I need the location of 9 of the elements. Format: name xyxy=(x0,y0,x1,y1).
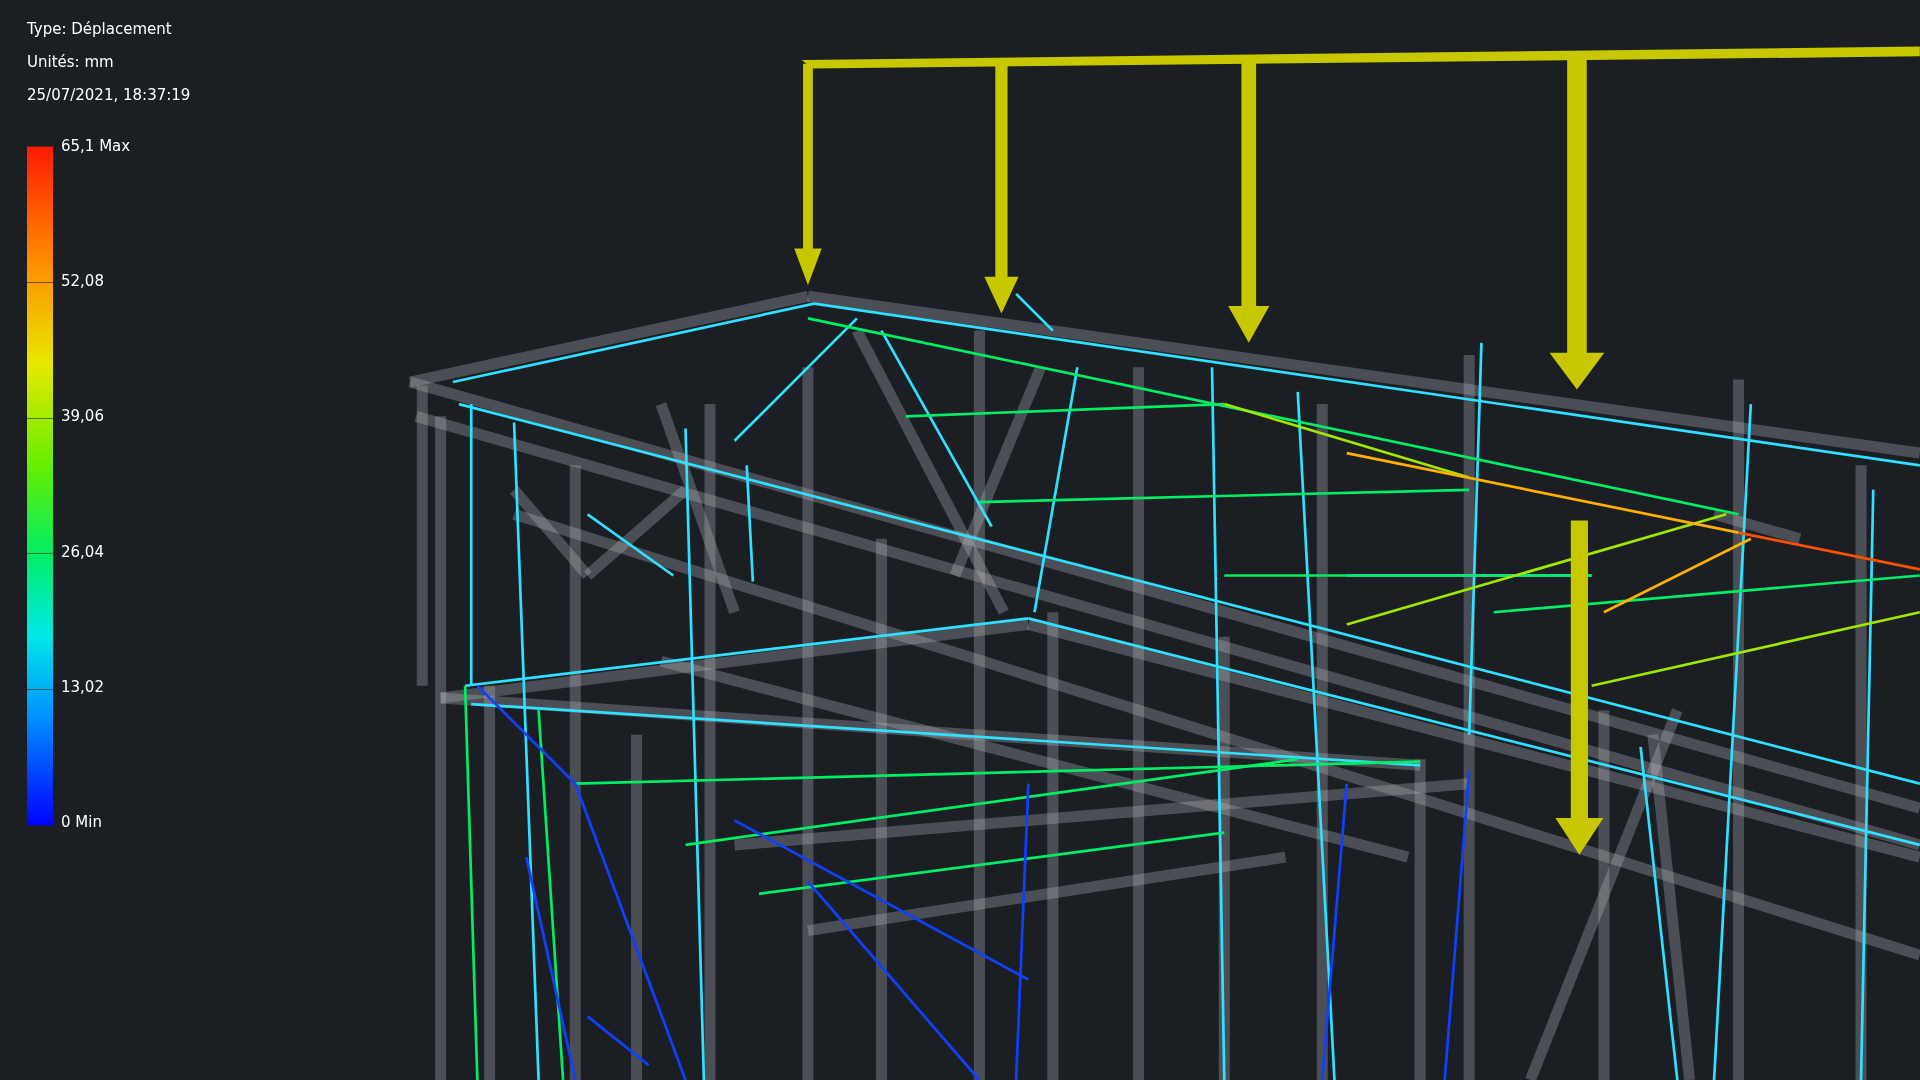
type-label: Type: Déplacement xyxy=(27,20,173,38)
legend-label: 0 Min xyxy=(61,813,103,830)
legend-label: 13,02 xyxy=(61,678,105,695)
timestamp: 25/07/2021, 18:37:19 xyxy=(27,86,192,104)
legend-label: 52,08 xyxy=(61,273,105,290)
legend-label: 26,04 xyxy=(61,543,105,560)
units-label: Unités: mm xyxy=(27,53,115,71)
legend-label: 39,06 xyxy=(61,408,105,425)
legend-label: 65,1 Max xyxy=(61,138,131,154)
